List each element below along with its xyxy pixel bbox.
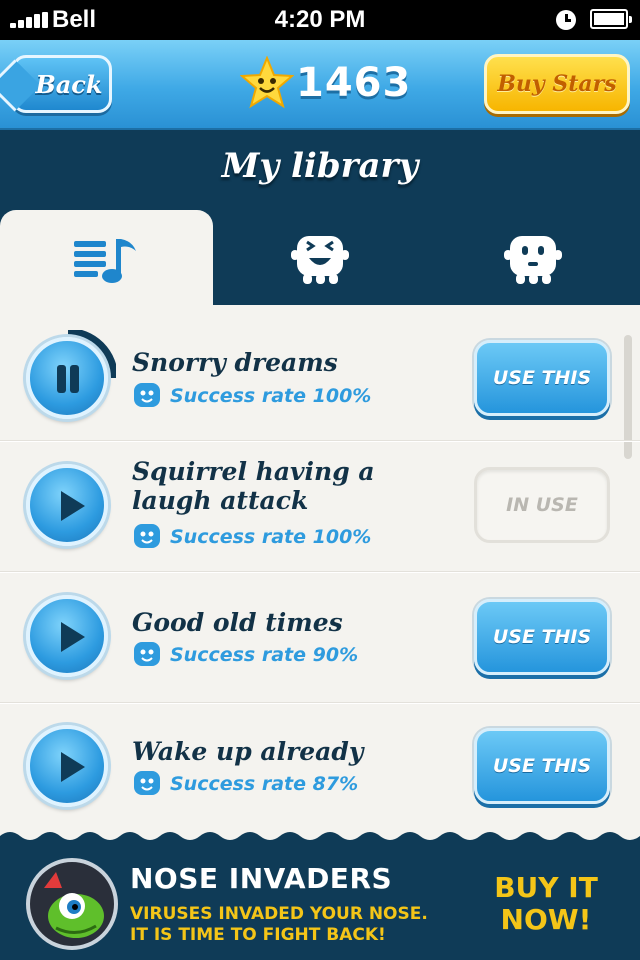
- monster-badge-icon: [134, 642, 160, 666]
- buy-stars-button[interactable]: Buy Stars: [484, 54, 630, 114]
- list-item: Squirrel having a laugh attack Success r…: [0, 443, 640, 571]
- banner-subtitle-line: VIRUSES INVADED YOUR NOSE.: [130, 904, 428, 924]
- tab-neutral-monster[interactable]: [426, 210, 639, 310]
- status-bar: Bell 4:20 PM: [0, 0, 640, 40]
- use-this-button[interactable]: USE THIS: [474, 340, 610, 416]
- success-rate-text: Success rate 90%: [170, 644, 359, 666]
- banner-subtitle-line: IT IS TIME TO FIGHT BACK!: [130, 925, 386, 945]
- song-title: Good old times: [132, 608, 343, 637]
- divider: [0, 571, 640, 573]
- pause-button[interactable]: [26, 337, 108, 419]
- list-item: Wake up already Success rate 87% USE THI…: [0, 705, 640, 825]
- neutral-monster-icon: [503, 236, 562, 284]
- success-rate: Success rate 100%: [132, 380, 371, 412]
- cta-line: BUY IT: [494, 871, 598, 904]
- list-item: Snorry dreams Success rate 100% USE THIS: [0, 320, 640, 440]
- success-rate: Success rate 100%: [132, 521, 371, 553]
- buy-it-now-button[interactable]: BUY IT NOW!: [490, 872, 602, 936]
- play-button[interactable]: [26, 464, 108, 546]
- rotation-lock-icon: [556, 10, 576, 30]
- nav-bar: Back 1463 Buy Stars: [0, 40, 640, 130]
- cta-line: NOW!: [500, 903, 592, 936]
- star-count: 1463: [296, 60, 412, 106]
- in-use-button: IN USE: [474, 467, 610, 543]
- use-this-button[interactable]: USE THIS: [474, 599, 610, 675]
- star-icon: [240, 56, 294, 109]
- success-rate-text: Success rate 100%: [170, 526, 372, 548]
- music-list-icon: [73, 239, 136, 283]
- song-title: Wake up already: [132, 737, 364, 766]
- nose-invaders-logo-icon: [26, 858, 118, 950]
- happy-monster-icon: [290, 236, 349, 284]
- monster-badge-icon: [134, 383, 160, 407]
- tab-happy-monster[interactable]: [213, 210, 426, 310]
- monster-badge-icon: [134, 524, 160, 548]
- back-button[interactable]: Back: [12, 55, 112, 113]
- banner-title: NOSE INVADERS: [130, 862, 393, 895]
- clock: 4:20 PM: [274, 6, 366, 33]
- monster-badge-icon: [134, 771, 160, 795]
- list-item: Good old times Success rate 90% USE THIS: [0, 574, 640, 702]
- divider: [0, 440, 640, 442]
- success-rate: Success rate 90%: [132, 639, 358, 671]
- song-title: Squirrel having a laugh attack: [132, 457, 375, 515]
- page-title: My library: [221, 146, 419, 186]
- back-label: Back: [35, 69, 103, 99]
- play-button[interactable]: [26, 595, 108, 677]
- divider: [0, 702, 640, 704]
- success-rate-text: Success rate 100%: [170, 385, 372, 407]
- song-title: Snorry dreams: [132, 348, 338, 377]
- battery-icon: [590, 9, 632, 29]
- play-button[interactable]: [26, 725, 108, 807]
- use-this-button[interactable]: USE THIS: [474, 728, 610, 804]
- tab-music-list[interactable]: [0, 210, 213, 310]
- success-rate: Success rate 87%: [132, 768, 358, 800]
- success-rate-text: Success rate 87%: [170, 773, 359, 795]
- banner-subtitle: VIRUSES INVADED YOUR NOSE. IT IS TIME TO…: [130, 904, 428, 946]
